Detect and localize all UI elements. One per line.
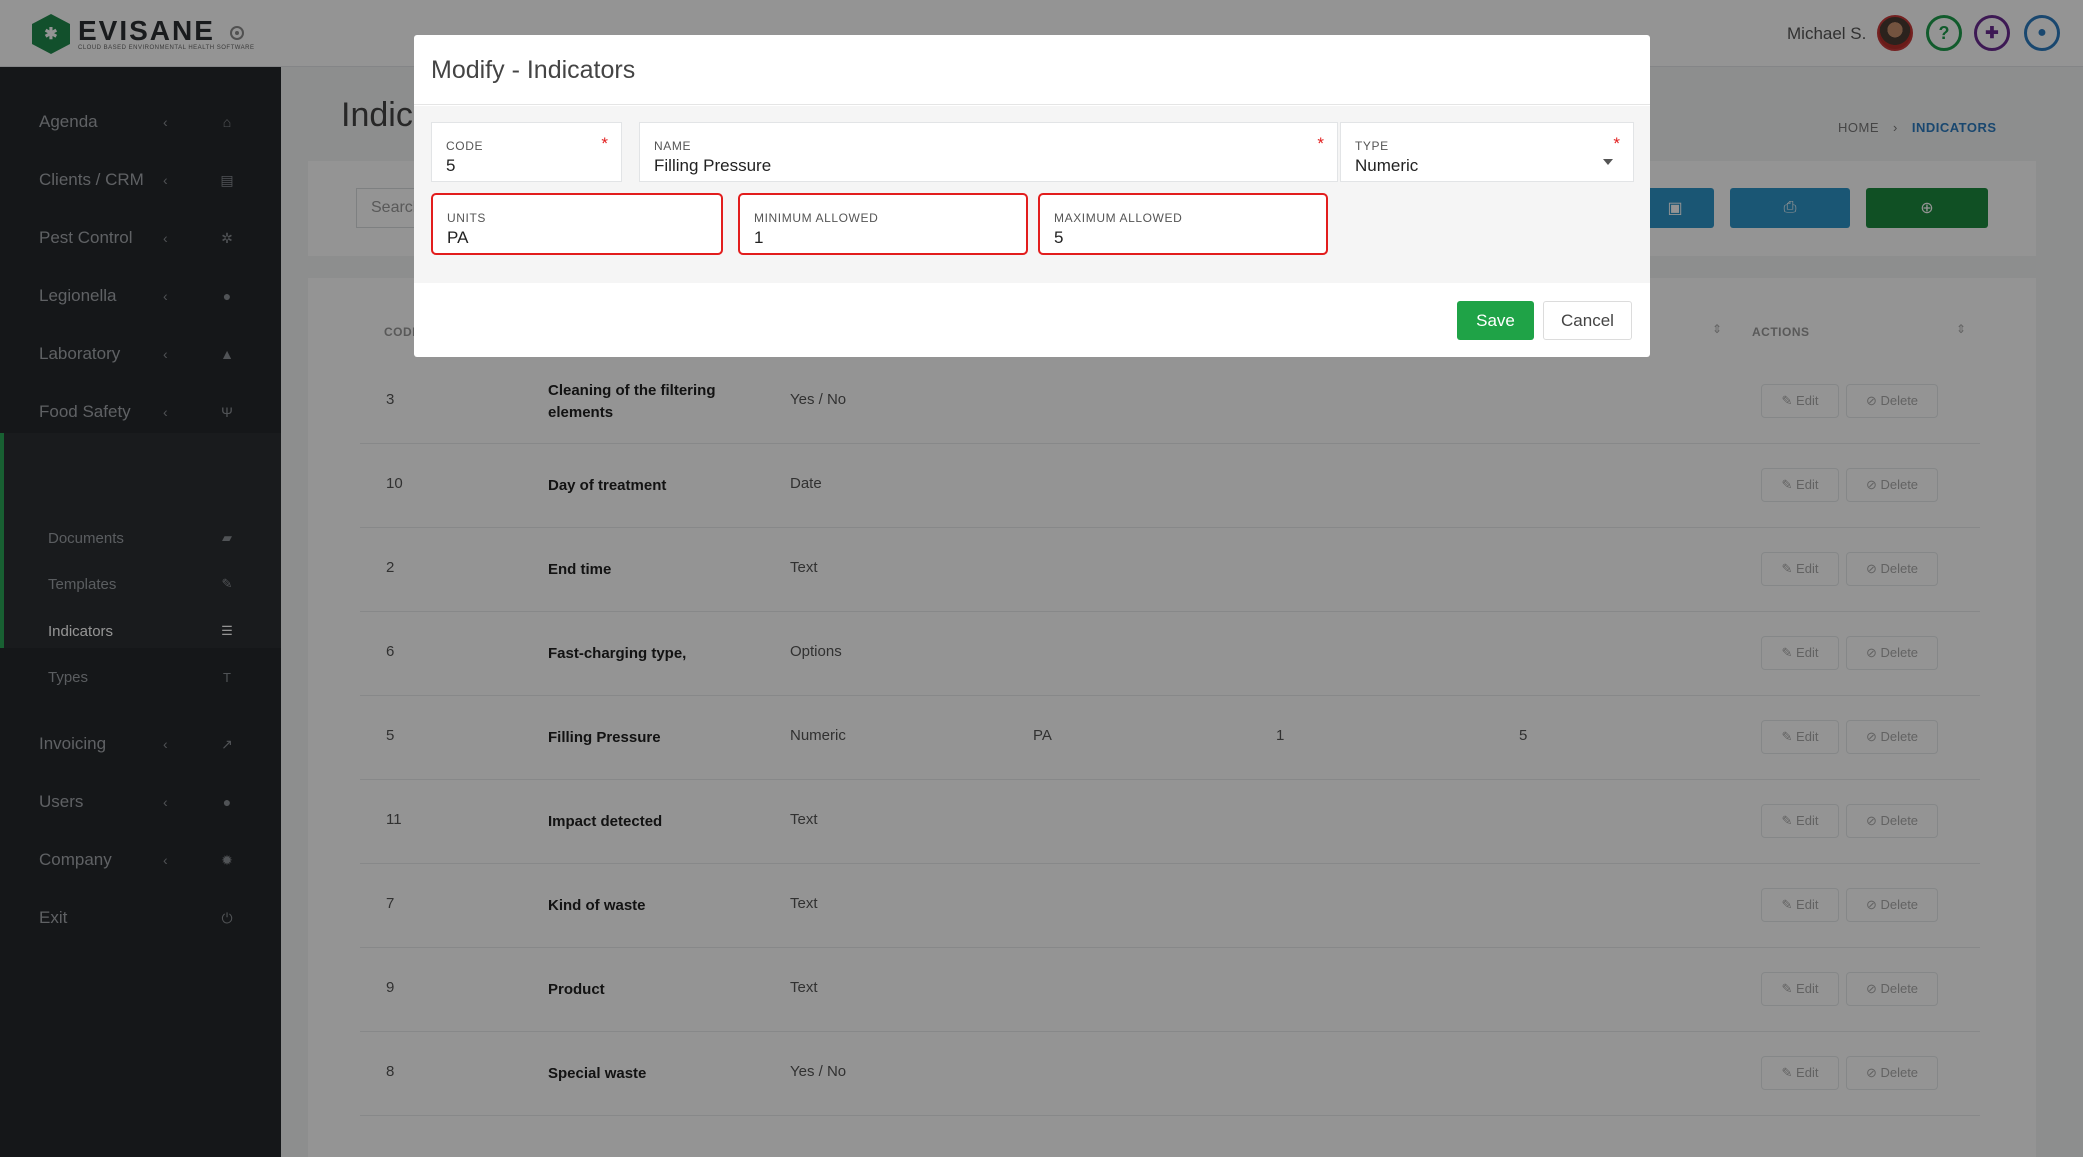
code-value[interactable]: 5 xyxy=(446,156,455,176)
modal-body: CODE * 5 NAME * Filling Pressure TYPE * … xyxy=(414,106,1650,283)
minimum-allowed-label: MINIMUM ALLOWED xyxy=(754,211,879,225)
cancel-button[interactable]: Cancel xyxy=(1543,301,1632,340)
type-select[interactable]: TYPE * Numeric xyxy=(1340,122,1634,182)
save-button[interactable]: Save xyxy=(1457,301,1534,340)
modal-header: Modify - Indicators xyxy=(414,35,1650,105)
required-marker: * xyxy=(1613,134,1620,153)
code-field[interactable]: CODE * 5 xyxy=(431,122,622,182)
minimum-allowed-field[interactable]: MINIMUM ALLOWED 1 xyxy=(738,193,1028,255)
modal-title: Modify - Indicators xyxy=(431,56,636,84)
name-label: NAME xyxy=(654,139,692,153)
minimum-allowed-value[interactable]: 1 xyxy=(754,228,763,248)
name-value[interactable]: Filling Pressure xyxy=(654,156,771,176)
required-marker: * xyxy=(601,134,608,153)
units-label: UNITS xyxy=(447,211,486,225)
name-field[interactable]: NAME * Filling Pressure xyxy=(639,122,1338,182)
code-label: CODE xyxy=(446,139,484,153)
type-label: TYPE xyxy=(1355,139,1389,153)
units-value[interactable]: PA xyxy=(447,228,468,248)
maximum-allowed-label: MAXIMUM ALLOWED xyxy=(1054,211,1183,225)
units-field[interactable]: UNITS PA xyxy=(431,193,723,255)
caret-down-icon[interactable] xyxy=(1603,159,1613,165)
modify-indicator-modal: Modify - Indicators CODE * 5 NAME * Fill… xyxy=(414,35,1650,357)
type-value[interactable]: Numeric xyxy=(1355,156,1418,176)
maximum-allowed-value[interactable]: 5 xyxy=(1054,228,1063,248)
maximum-allowed-field[interactable]: MAXIMUM ALLOWED 5 xyxy=(1038,193,1328,255)
required-marker: * xyxy=(1317,134,1324,153)
